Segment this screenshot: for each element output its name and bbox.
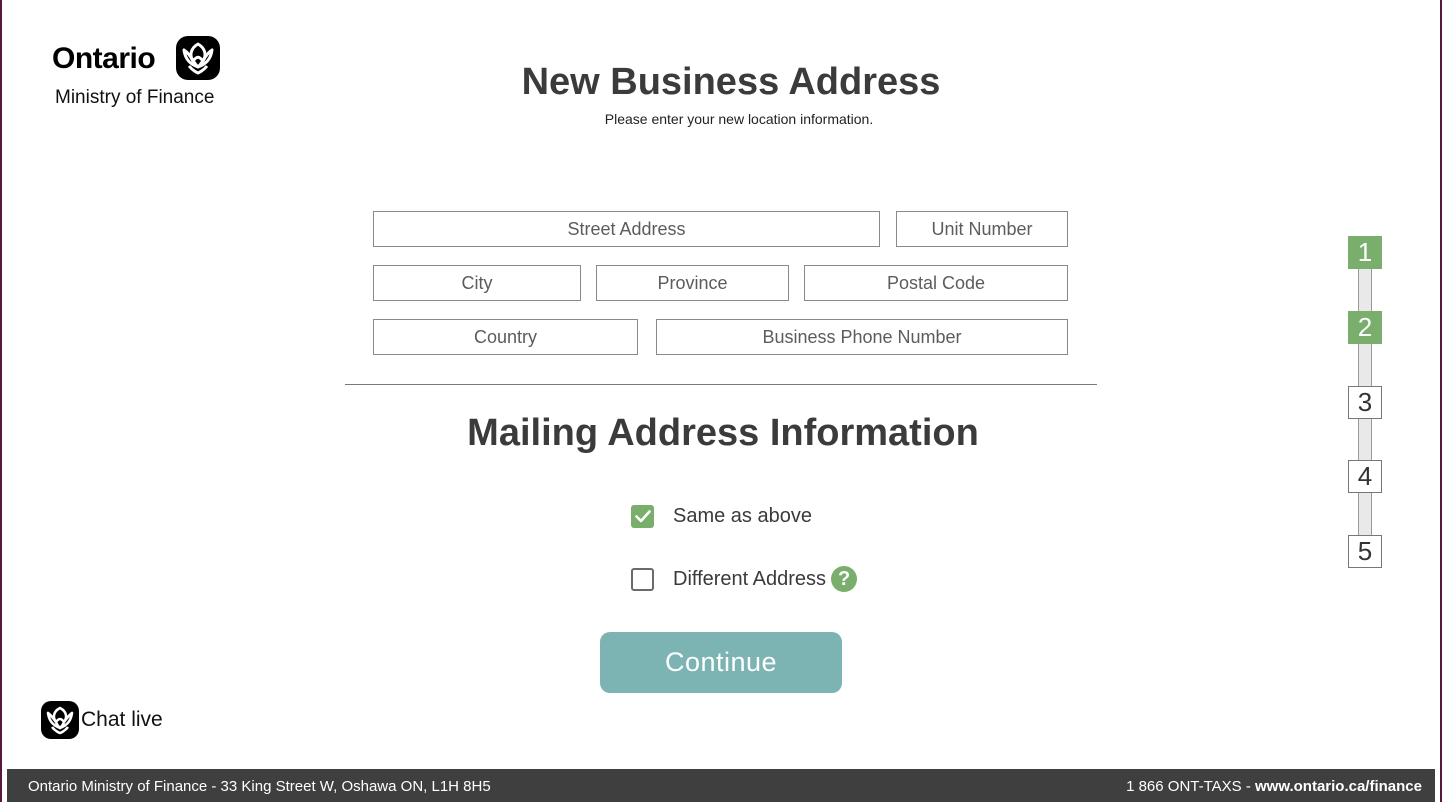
page-title: New Business Address <box>521 61 941 103</box>
different-address-option[interactable]: Different Address ? <box>631 566 858 592</box>
same-as-above-checkbox[interactable] <box>631 504 654 528</box>
different-address-label: Different Address <box>673 567 827 590</box>
footer-address: Ontario Ministry of Finance - 33 King St… <box>28 778 491 795</box>
street-address-input[interactable]: Street Address <box>373 211 880 247</box>
city-placeholder: City <box>461 272 493 293</box>
footer-phone: 1 866 ONT-TAXS - <box>1126 778 1256 795</box>
unit-number-input[interactable]: Unit Number <box>896 211 1068 247</box>
city-input[interactable]: City <box>373 265 581 301</box>
postal-code-placeholder: Postal Code <box>886 272 986 293</box>
postal-code-input[interactable]: Postal Code <box>804 265 1068 301</box>
same-as-above-label: Same as above <box>673 504 812 527</box>
page-subtitle: Please enter your new location informati… <box>604 111 874 127</box>
question-mark-icon[interactable]: ? <box>831 566 858 592</box>
step-2[interactable]: 2 <box>1348 311 1382 344</box>
step-1[interactable]: 1 <box>1348 236 1382 269</box>
province-input[interactable]: Province <box>596 265 789 301</box>
country-input[interactable]: Country <box>373 319 638 355</box>
mailing-section-title: Mailing Address Information <box>467 412 979 454</box>
trillium-chat-icon <box>41 700 79 739</box>
different-address-checkbox[interactable] <box>631 567 654 591</box>
step-5[interactable]: 5 <box>1348 535 1382 568</box>
chat-live-label: Chat live <box>81 707 163 731</box>
same-as-above-option[interactable]: Same as above <box>631 503 812 529</box>
continue-button[interactable]: Continue <box>600 632 842 693</box>
step-4[interactable]: 4 <box>1348 460 1382 493</box>
step-3[interactable]: 3 <box>1348 386 1382 419</box>
street-address-placeholder: Street Address <box>567 218 686 239</box>
footer-url-link[interactable]: www.ontario.ca/finance <box>1255 778 1422 795</box>
unit-number-placeholder: Unit Number <box>931 218 1033 239</box>
footer-bar: Ontario Ministry of Finance - 33 King St… <box>7 769 1435 802</box>
progress-stepper: 1 2 3 4 5 <box>1348 236 1382 568</box>
province-placeholder: Province <box>657 272 728 293</box>
country-placeholder: Country <box>473 326 538 347</box>
section-divider <box>345 384 1097 385</box>
checkmark-icon <box>634 509 651 522</box>
business-phone-input[interactable]: Business Phone Number <box>656 319 1068 355</box>
business-phone-placeholder: Business Phone Number <box>762 326 962 347</box>
chat-live-button[interactable]: Chat live <box>41 700 163 739</box>
footer-contact: 1 866 ONT-TAXS - www.ontario.ca/finance <box>1126 778 1422 795</box>
